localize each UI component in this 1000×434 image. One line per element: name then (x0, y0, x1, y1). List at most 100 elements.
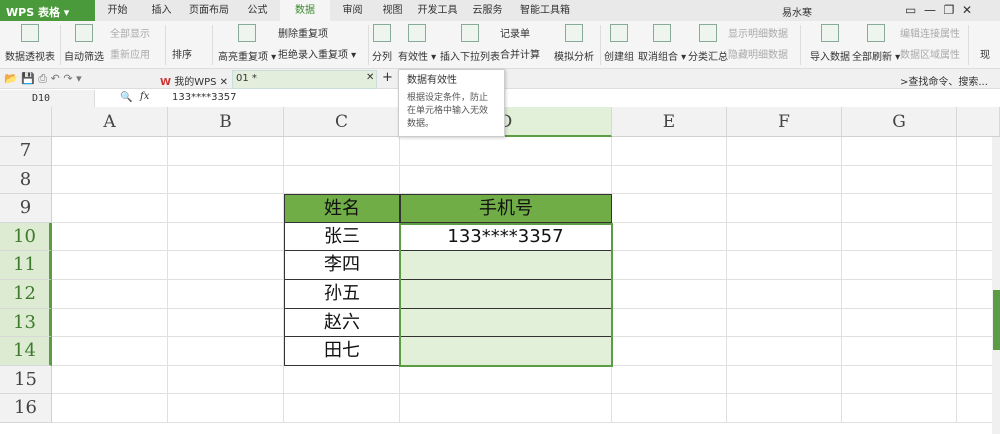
search-command-input[interactable]: >查找命令、搜索... (900, 73, 988, 88)
cell[interactable] (400, 137, 612, 166)
cell[interactable] (168, 280, 284, 309)
cell[interactable] (842, 137, 957, 166)
name-box[interactable]: D10 (0, 90, 95, 108)
ribbon-insert-dropdown-button[interactable]: 插入下拉列表 (440, 24, 500, 63)
cell[interactable] (400, 394, 612, 423)
tab-7[interactable]: 开发工具 (410, 0, 465, 21)
cell[interactable] (612, 194, 727, 223)
ribbon-create-group-button[interactable]: 创建组 (604, 24, 634, 63)
column-header-F[interactable]: F (727, 107, 842, 137)
cell[interactable] (168, 222, 284, 252)
cell[interactable] (52, 222, 168, 252)
cell[interactable] (842, 308, 957, 338)
ribbon-refresh-all-button[interactable]: 全部刷新 ▾ (852, 24, 900, 63)
cell[interactable] (284, 394, 400, 423)
ribbon-show-detail-button[interactable]: 显示明细数据 (728, 25, 788, 40)
quick-icons[interactable]: 📂 💾 ⎙ ↶ ↷ ▾ (4, 72, 82, 86)
cell[interactable] (727, 165, 842, 195)
cell[interactable] (842, 222, 957, 252)
ribbon-hide-detail-button[interactable]: 隐藏明细数据 (728, 46, 788, 61)
cell[interactable] (842, 194, 957, 223)
cell[interactable] (612, 394, 727, 423)
cell[interactable] (842, 394, 957, 423)
cell[interactable] (52, 194, 168, 223)
new-tab-button[interactable]: + (382, 70, 393, 85)
tab-mywps[interactable]: W 我的WPS ✕ (160, 73, 228, 88)
ribbon-import-button[interactable]: 导入数据 (810, 24, 850, 63)
name-cell[interactable]: 李四 (284, 251, 400, 280)
zoom-icon[interactable]: 🔍 (120, 92, 132, 103)
cell[interactable] (727, 280, 842, 309)
phone-cell[interactable] (400, 251, 612, 280)
cell[interactable] (612, 165, 727, 195)
cell[interactable] (52, 165, 168, 195)
cell[interactable] (52, 280, 168, 309)
cell[interactable] (400, 165, 612, 195)
cell[interactable] (168, 137, 284, 166)
ribbon-consolidate-button[interactable]: 合并计算 (500, 46, 540, 61)
scrollbar-thumb[interactable] (993, 290, 1000, 350)
ribbon-split-button[interactable]: 分列 (372, 24, 392, 63)
cell[interactable] (168, 337, 284, 366)
window-controls[interactable]: ▭ — ❐ ✕ (905, 3, 972, 17)
ribbon-delete-dup-button[interactable]: 删除重复项 (278, 25, 328, 40)
column-header-E[interactable]: E (612, 107, 727, 137)
cell[interactable] (842, 251, 957, 280)
cell[interactable] (612, 308, 727, 338)
name-cell[interactable]: 赵六 (284, 308, 400, 338)
phone-cell[interactable]: 133****3357 (400, 222, 612, 252)
column-header-A[interactable]: A (52, 107, 168, 137)
cell[interactable] (52, 137, 168, 166)
ribbon-reject-dup-button[interactable]: 拒绝录入重复项 ▾ (278, 46, 356, 61)
cell[interactable] (284, 137, 400, 166)
ribbon-show-all-button[interactable]: 全部显示 (110, 25, 150, 40)
ribbon-record-button[interactable]: 记录单 (500, 25, 530, 40)
cell[interactable] (284, 165, 400, 195)
select-all-corner[interactable] (0, 107, 52, 137)
phone-cell[interactable] (400, 308, 612, 338)
tab-5[interactable]: 审阅 (330, 0, 375, 21)
ribbon-reapply-button[interactable]: 重新应用 (110, 46, 150, 61)
row-header-13[interactable]: 13 (0, 308, 52, 338)
fx-icon[interactable]: fx (140, 91, 149, 102)
ribbon-validity-button[interactable]: 有效性 ▾ (398, 24, 436, 63)
ribbon-whatif-button[interactable]: 模拟分析 (554, 24, 594, 63)
cell[interactable] (284, 365, 400, 395)
cell[interactable] (727, 308, 842, 338)
cell[interactable] (612, 222, 727, 252)
cell[interactable] (612, 337, 727, 366)
cell[interactable] (612, 137, 727, 166)
cell[interactable] (612, 280, 727, 309)
tab-8[interactable]: 云服务 (465, 0, 510, 21)
column-header-G[interactable]: G (842, 107, 957, 137)
cell[interactable] (612, 365, 727, 395)
ribbon-highlight-dup-button[interactable]: 高亮重复项 ▾ (218, 24, 276, 63)
cell[interactable] (842, 165, 957, 195)
close-icon[interactable]: ✕ (366, 72, 374, 83)
cell[interactable] (168, 165, 284, 195)
phone-cell[interactable] (400, 337, 612, 366)
cell[interactable] (727, 394, 842, 423)
user-name[interactable]: 易水寒 (782, 4, 812, 19)
phone-cell[interactable] (400, 280, 612, 309)
cell[interactable] (727, 194, 842, 223)
cell[interactable] (52, 337, 168, 366)
row-header-11[interactable]: 11 (0, 251, 52, 280)
ribbon-edit-link-button[interactable]: 编辑连接属性 (900, 25, 960, 40)
cell[interactable] (727, 137, 842, 166)
tab-4[interactable]: 数据 (280, 0, 330, 21)
app-menu-button[interactable]: WPS 表格 ▾ (0, 0, 95, 21)
cell[interactable] (727, 365, 842, 395)
spreadsheet-grid[interactable]: A B C D E F G 7 8 9 10 11 12 13 14 15 16 姓名 手机号 张三 133****33… (0, 107, 1000, 434)
ribbon-pivot-button[interactable]: 数据透视表 (5, 24, 55, 63)
ribbon-range-prop-button[interactable]: 数据区域属性 (900, 46, 960, 61)
tab-9[interactable]: 智能工具箱 (510, 0, 580, 21)
tab-3[interactable]: 公式 (235, 0, 280, 21)
tab-6[interactable]: 视图 (375, 0, 410, 21)
cell[interactable] (52, 365, 168, 395)
tab-0[interactable]: 开始 (95, 0, 140, 21)
row-header-10[interactable]: 10 (0, 222, 52, 252)
cell[interactable] (168, 365, 284, 395)
ribbon-autofilter-button[interactable]: 自动筛选 (64, 24, 104, 63)
name-cell[interactable]: 张三 (284, 222, 400, 252)
